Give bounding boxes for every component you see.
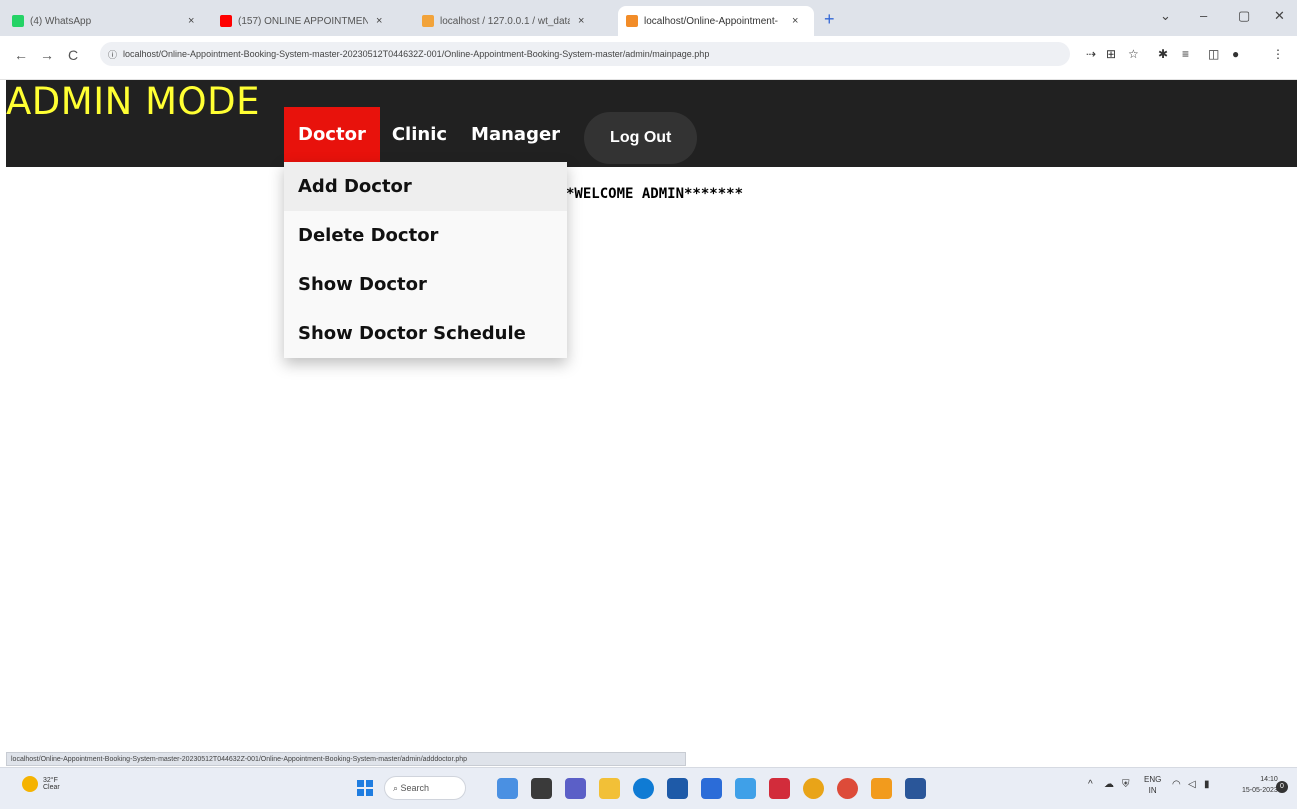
close-window-button[interactable]: ✕: [1274, 8, 1285, 24]
browser-tab-whatsapp[interactable]: (4) WhatsApp ×: [4, 6, 202, 36]
reload-button[interactable]: C: [68, 47, 78, 63]
share-icon[interactable]: ⇢: [1086, 47, 1096, 61]
back-button[interactable]: ←: [14, 47, 28, 63]
language-code: ENG: [1144, 775, 1162, 784]
browser-tab-strip: (4) WhatsApp × (157) ONLINE APPOINTMENT …: [0, 0, 1297, 36]
status-link-preview: localhost/Online-Appointment-Booking-Sys…: [6, 752, 686, 766]
maximize-button[interactable]: ▢: [1238, 8, 1250, 24]
logout-button[interactable]: Log Out: [584, 111, 698, 164]
notification-badge[interactable]: 0: [1276, 781, 1288, 793]
mail-icon[interactable]: [701, 778, 722, 799]
edge-icon[interactable]: [633, 778, 654, 799]
system-clock[interactable]: 14:10 15-05-2023: [1242, 774, 1278, 796]
mcafee-icon[interactable]: [769, 778, 790, 799]
browser-tab-phpmyadmin[interactable]: localhost / 127.0.0.1 / wt_databa ×: [414, 6, 592, 36]
translate-icon[interactable]: ⊞: [1106, 47, 1116, 61]
site-info-icon[interactable]: ⓘ: [108, 48, 117, 61]
onedrive-icon[interactable]: ☁: [1104, 779, 1114, 790]
doctor-dropdown-menu: Add Doctor Delete Doctor Show Doctor Sho…: [284, 162, 567, 358]
security-icon[interactable]: ⛨: [1122, 779, 1130, 790]
vscode-icon[interactable]: [735, 778, 756, 799]
page-favicon-icon: [626, 15, 638, 27]
welcome-message: *WELCOME ADMIN*******: [566, 186, 744, 202]
close-tab-icon[interactable]: ×: [792, 15, 798, 27]
close-tab-icon[interactable]: ×: [188, 15, 194, 27]
volume-icon[interactable]: ◁: [1188, 779, 1196, 790]
forward-button[interactable]: →: [40, 47, 54, 63]
nav-doctor[interactable]: Doctor: [284, 107, 380, 162]
profile-avatar-icon[interactable]: ●: [1232, 47, 1239, 61]
admin-header: ADMIN MODE Doctor Clinic Manager Log Out: [6, 80, 1297, 167]
battery-icon[interactable]: ▮: [1204, 779, 1210, 790]
menu-item-add-doctor[interactable]: Add Doctor: [284, 162, 567, 211]
menu-item-delete-doctor[interactable]: Delete Doctor: [284, 211, 567, 260]
brand-title: ADMIN MODE: [6, 80, 260, 123]
nav-manager[interactable]: Manager: [459, 107, 572, 162]
clock-date: 15-05-2023: [1242, 787, 1278, 794]
youtube-icon: [220, 15, 232, 27]
reading-list-icon[interactable]: ≡: [1182, 47, 1189, 61]
menu-item-show-doctor-schedule[interactable]: Show Doctor Schedule: [284, 309, 567, 358]
word-icon[interactable]: [905, 778, 926, 799]
menu-item-show-doctor[interactable]: Show Doctor: [284, 260, 567, 309]
tray-overflow-icon[interactable]: ^: [1088, 779, 1093, 790]
whatsapp-icon: [12, 15, 24, 27]
widgets-icon[interactable]: [497, 778, 518, 799]
taskbar-search-label: Search: [400, 783, 430, 793]
address-url: localhost/Online-Appointment-Booking-Sys…: [123, 49, 710, 59]
clock-time: 14:10: [1260, 776, 1278, 783]
language-indicator[interactable]: ENG IN: [1144, 774, 1161, 796]
weather-widget[interactable]: 32°F Clear: [22, 776, 60, 792]
store-icon[interactable]: [667, 778, 688, 799]
phpmyadmin-icon: [422, 15, 434, 27]
search-icon: ⌕: [393, 782, 401, 793]
xampp-icon[interactable]: [871, 778, 892, 799]
extensions-icon[interactable]: ✱: [1158, 47, 1168, 61]
tab-title: localhost / 127.0.0.1 / wt_databa: [440, 15, 570, 27]
chat-icon[interactable]: [565, 778, 586, 799]
weather-sun-icon: [22, 776, 38, 792]
minimize-button[interactable]: –: [1200, 8, 1207, 23]
tab-title: localhost/Online-Appointment-: [644, 15, 778, 27]
wifi-icon[interactable]: ◠: [1172, 779, 1181, 790]
side-panel-icon[interactable]: ◫: [1208, 47, 1219, 61]
chrome-canary-icon[interactable]: [837, 778, 858, 799]
bookmark-star-icon[interactable]: ☆: [1128, 47, 1139, 61]
weather-desc: Clear: [43, 784, 60, 791]
windows-taskbar: 32°F Clear ⌕ Search ^ ☁ ⛨ ENG IN ◠ ◁ ▮ 1…: [0, 767, 1297, 809]
new-tab-button[interactable]: +: [824, 9, 835, 30]
main-nav: Doctor Clinic Manager Log Out: [284, 107, 698, 164]
browser-tab-active[interactable]: localhost/Online-Appointment- ×: [618, 6, 814, 36]
tab-search-icon[interactable]: ⌄: [1160, 8, 1171, 24]
file-explorer-icon[interactable]: [599, 778, 620, 799]
close-tab-icon[interactable]: ×: [376, 15, 382, 27]
task-view-icon[interactable]: [531, 778, 552, 799]
tab-title: (4) WhatsApp: [30, 15, 92, 27]
browser-tab-youtube[interactable]: (157) ONLINE APPOINTMENT B ×: [212, 6, 390, 36]
language-region: IN: [1148, 786, 1157, 795]
tab-title: (157) ONLINE APPOINTMENT B: [238, 15, 368, 27]
chrome-icon[interactable]: [803, 778, 824, 799]
taskbar-app-icons: [497, 778, 926, 799]
address-toolbar: ← → C ⓘ localhost/Online-Appointment-Boo…: [0, 36, 1297, 80]
address-bar[interactable]: ⓘ localhost/Online-Appointment-Booking-S…: [100, 42, 1070, 66]
browser-menu-icon[interactable]: ⋮: [1272, 47, 1284, 61]
nav-clinic[interactable]: Clinic: [380, 107, 459, 162]
close-tab-icon[interactable]: ×: [578, 15, 584, 27]
start-button[interactable]: [357, 780, 373, 796]
taskbar-search[interactable]: ⌕ Search: [384, 776, 466, 800]
weather-temp: 32°F: [43, 777, 58, 784]
